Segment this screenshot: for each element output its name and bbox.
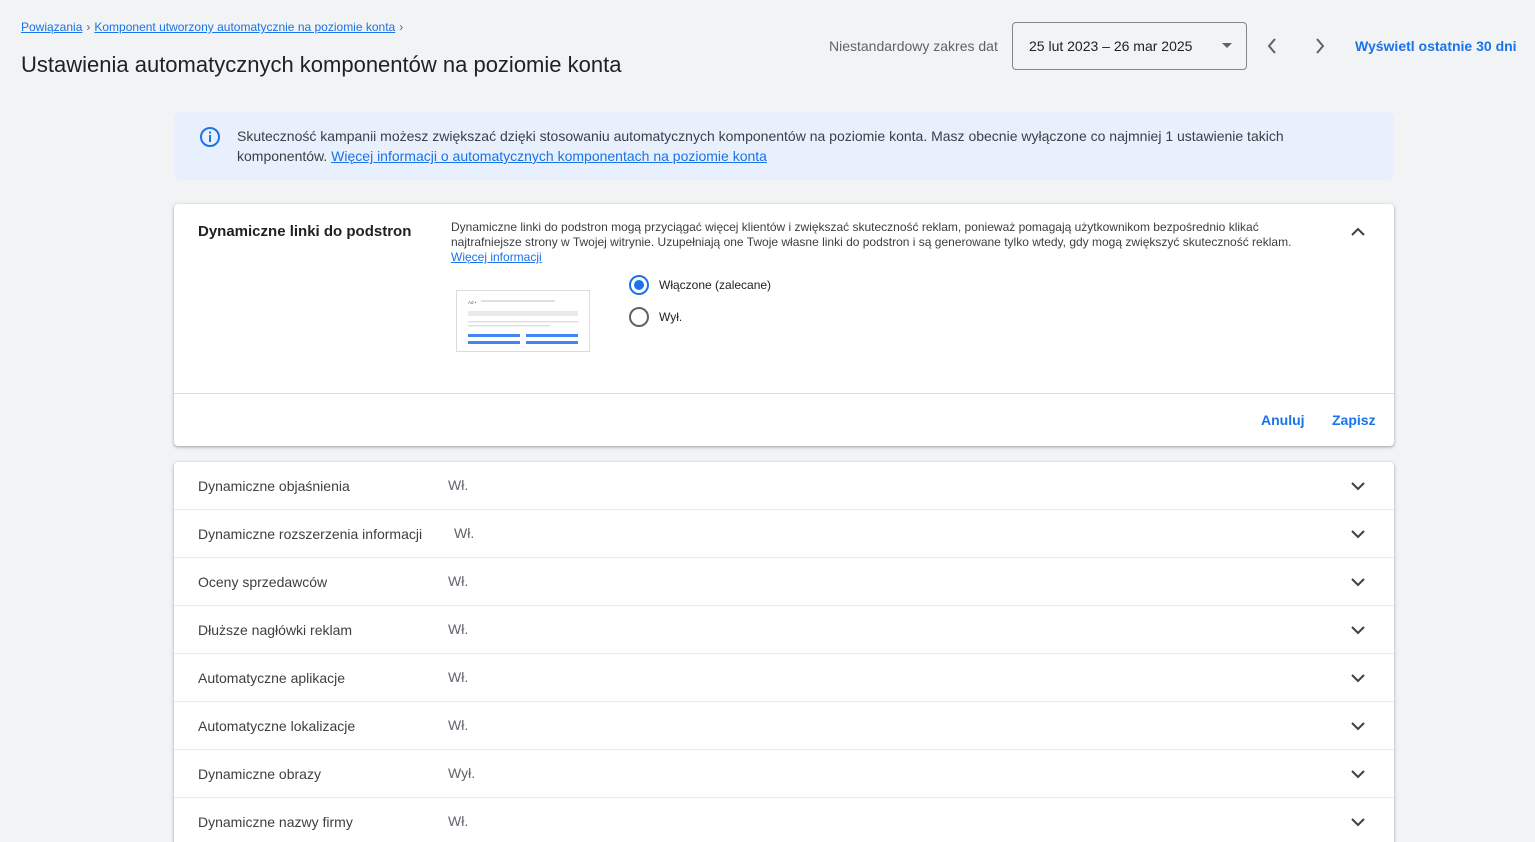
radio-option-on[interactable]: Włączone (zalecane) xyxy=(629,275,771,295)
breadcrumb-link-auto-asset[interactable]: Komponent utworzony automatycznie na poz… xyxy=(94,20,395,34)
chevron-down-icon[interactable] xyxy=(1346,714,1370,738)
setting-row-automated-locations[interactable]: Automatyczne lokalizacje Wł. xyxy=(174,702,1394,750)
setting-label: Automatyczne aplikacje xyxy=(198,670,346,686)
chevron-right-icon xyxy=(1316,38,1325,54)
previous-period-button[interactable] xyxy=(1256,30,1288,62)
radio-label-off: Wył. xyxy=(659,310,683,324)
setting-label: Dynamiczne nazwy firmy xyxy=(198,814,353,830)
setting-row-automated-apps[interactable]: Automatyczne aplikacje Wł. xyxy=(174,654,1394,702)
radio-button-unchecked[interactable] xyxy=(629,307,649,327)
info-banner: Skuteczność kampanii możesz zwiększać dz… xyxy=(174,112,1394,180)
chevron-down-icon[interactable] xyxy=(1346,522,1370,546)
setting-row-dynamic-images[interactable]: Dynamiczne obrazy Wył. xyxy=(174,750,1394,798)
chevron-down-icon[interactable] xyxy=(1346,570,1370,594)
setting-label: Dłuższe nagłówki reklam xyxy=(198,622,353,638)
setting-row-longer-headlines[interactable]: Dłuższe nagłówki reklam Wł. xyxy=(174,606,1394,654)
setting-row-dynamic-business-names[interactable]: Dynamiczne nazwy firmy Wł. xyxy=(174,798,1394,842)
chevron-down-icon[interactable] xyxy=(1346,762,1370,786)
chevron-right-icon: › xyxy=(399,20,404,34)
cancel-button[interactable]: Anuluj xyxy=(1261,412,1305,428)
date-range-select[interactable]: 25 lut 2023 – 26 mar 2025 xyxy=(1012,22,1247,70)
sitelinks-setting-card: Dynamiczne linki do podstron Dynamiczne … xyxy=(174,204,1394,446)
setting-status: Wł. xyxy=(448,621,469,637)
info-icon xyxy=(200,127,220,147)
setting-label: Dynamiczne obrazy xyxy=(198,766,321,782)
ad-preview-image: Ad • xyxy=(468,300,578,344)
setting-label: Dynamiczne objaśnienia xyxy=(198,478,350,494)
setting-row-dynamic-callouts[interactable]: Dynamiczne objaśnienia Wł. xyxy=(174,462,1394,510)
chevron-down-icon[interactable] xyxy=(1346,618,1370,642)
next-period-button[interactable] xyxy=(1304,30,1336,62)
show-last-30-days-button[interactable]: Wyświetl ostatnie 30 dni xyxy=(1355,38,1517,54)
setting-status: Wł. xyxy=(448,717,469,733)
card-title: Dynamiczne linki do podstron xyxy=(198,223,412,240)
setting-row-dynamic-structured-snippets[interactable]: Dynamiczne rozszerzenia informacji Wł. xyxy=(174,510,1394,558)
chevron-up-icon xyxy=(1351,227,1365,236)
date-range-label: Niestandardowy zakres dat xyxy=(829,38,998,54)
preview-ad-label: Ad • xyxy=(468,300,477,305)
setting-row-seller-ratings[interactable]: Oceny sprzedawców Wł. xyxy=(174,558,1394,606)
banner-learn-more-link[interactable]: Więcej informacji o automatycznych kompo… xyxy=(331,148,767,164)
chevron-right-icon: › xyxy=(86,20,91,34)
card-description-text: Dynamiczne linki do podstron mogą przyci… xyxy=(451,220,1292,249)
chevron-down-icon[interactable] xyxy=(1346,666,1370,690)
date-range-value: 25 lut 2023 – 26 mar 2025 xyxy=(1029,38,1193,54)
setting-label: Oceny sprzedawców xyxy=(198,574,328,590)
dropdown-arrow-icon xyxy=(1222,43,1232,48)
setting-label: Automatyczne lokalizacje xyxy=(198,718,356,734)
radio-button-checked[interactable] xyxy=(629,275,649,295)
setting-status: Wł. xyxy=(448,669,469,685)
banner-text: Skuteczność kampanii możesz zwiększać dz… xyxy=(237,126,1347,166)
radio-label-on: Włączone (zalecane) xyxy=(659,278,772,292)
chevron-left-icon xyxy=(1267,38,1276,54)
settings-list: Dynamiczne objaśnienia Wł. Dynamiczne ro… xyxy=(174,462,1394,842)
divider xyxy=(174,393,1394,394)
setting-status: Wł. xyxy=(454,525,475,541)
radio-option-off[interactable]: Wył. xyxy=(629,307,682,327)
save-button[interactable]: Zapisz xyxy=(1332,412,1376,428)
chevron-down-icon[interactable] xyxy=(1346,810,1370,834)
setting-label: Dynamiczne rozszerzenia informacji xyxy=(198,526,423,542)
setting-status: Wł. xyxy=(448,813,469,829)
card-learn-more-link[interactable]: Więcej informacji xyxy=(451,250,542,264)
setting-status: Wł. xyxy=(448,573,469,589)
chevron-down-icon[interactable] xyxy=(1346,474,1370,498)
page-title: Ustawienia automatycznych komponentów na… xyxy=(21,52,622,77)
setting-status: Wł. xyxy=(448,477,469,493)
collapse-button[interactable] xyxy=(1346,220,1370,244)
sitelinks-preview-illustration: Ad • xyxy=(456,290,590,352)
card-description: Dynamiczne linki do podstron mogą przyci… xyxy=(451,220,1321,265)
setting-status: Wył. xyxy=(448,765,476,781)
breadcrumb-link-associations[interactable]: Powiązania xyxy=(21,20,82,34)
breadcrumb: Powiązania › Komponent utworzony automat… xyxy=(21,20,403,34)
